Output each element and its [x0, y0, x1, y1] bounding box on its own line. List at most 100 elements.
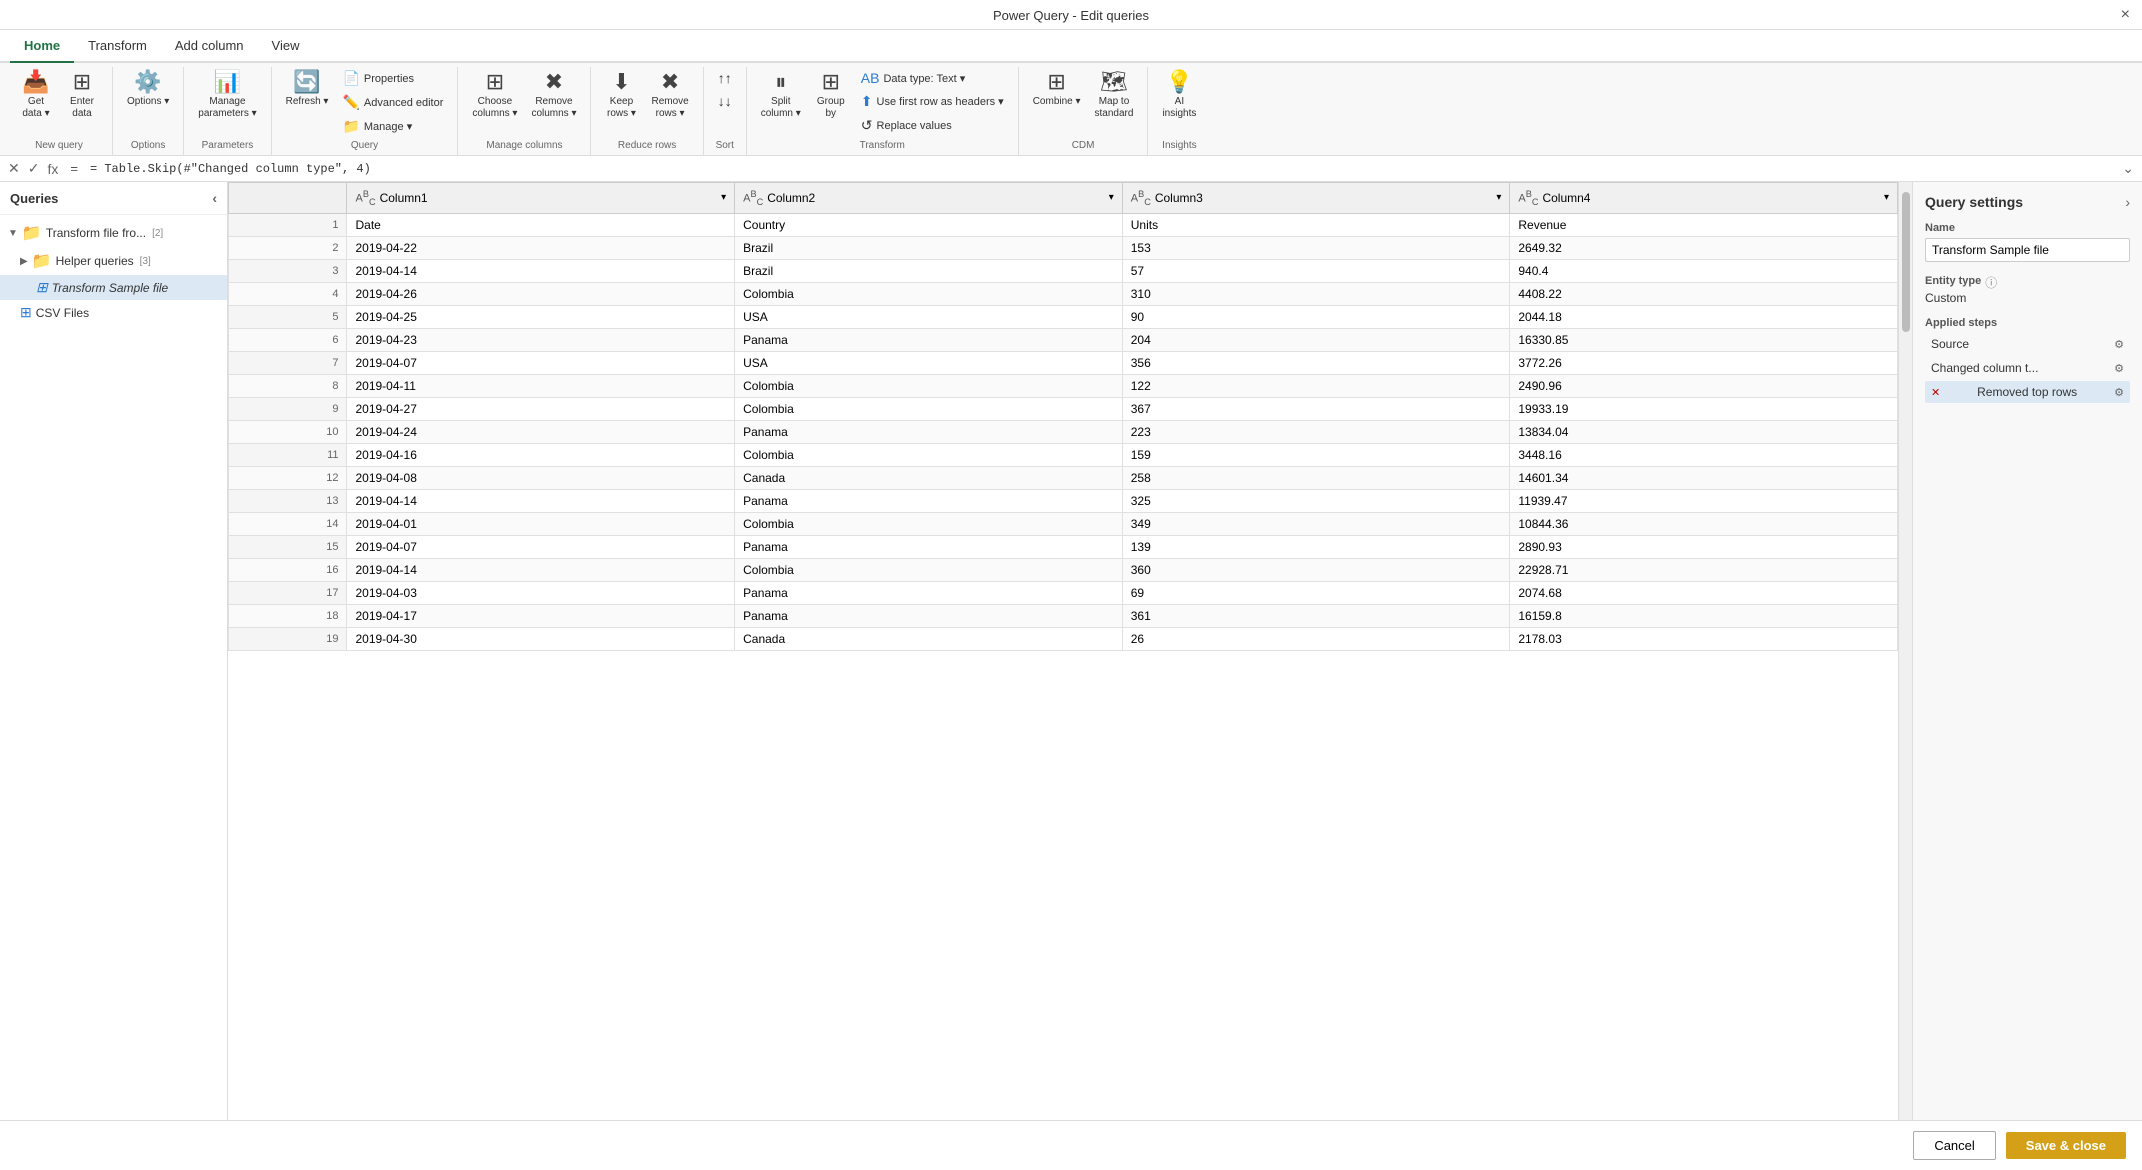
- vertical-scrollbar[interactable]: [1898, 182, 1912, 1120]
- tree-item-csv-files[interactable]: ⊞ CSV Files: [0, 300, 227, 325]
- step-source-actions: ⚙: [2114, 338, 2124, 351]
- table-row[interactable]: 3 2019-04-14 Brazil 57 940.4: [229, 259, 1898, 282]
- step-removed-settings-icon[interactable]: ⚙: [2114, 386, 2124, 399]
- group-by-button[interactable]: ⊞ Groupby: [809, 67, 853, 124]
- step-changed-settings-icon[interactable]: ⚙: [2114, 362, 2124, 375]
- tree-item-transform-file[interactable]: ▼ 📁 Transform file fro... [2]: [0, 219, 227, 247]
- step-remove-icon[interactable]: ✕: [1931, 386, 1940, 399]
- tree-item-helper-queries[interactable]: ▶ 📁 Helper queries [3]: [0, 247, 227, 275]
- tree-expand-icon: ▼: [8, 228, 18, 239]
- cancel-button[interactable]: Cancel: [1913, 1131, 1995, 1160]
- manage-parameters-icon: 📊: [214, 71, 241, 93]
- ai-insights-button[interactable]: 💡 AIinsights: [1156, 67, 1202, 124]
- col-header-1[interactable]: ABC Column1 ▾: [347, 183, 735, 214]
- table-row[interactable]: 6 2019-04-23 Panama 204 16330.85: [229, 328, 1898, 351]
- table-row[interactable]: 2 2019-04-22 Brazil 153 2649.32: [229, 236, 1898, 259]
- scrollbar-thumb[interactable]: [1902, 192, 1910, 332]
- col-header-3[interactable]: ABC Column3 ▾: [1122, 183, 1510, 214]
- formula-cancel-icon[interactable]: ✕: [8, 160, 20, 177]
- cell-col1: 2019-04-01: [347, 512, 735, 535]
- step-source-settings-icon[interactable]: ⚙: [2114, 338, 2124, 351]
- close-button[interactable]: ×: [2121, 6, 2130, 24]
- window-title: Power Query - Edit queries: [993, 8, 1149, 23]
- remove-columns-button[interactable]: ✖ Removecolumns ▾: [525, 67, 582, 124]
- table-row[interactable]: 12 2019-04-08 Canada 258 14601.34: [229, 466, 1898, 489]
- step-source[interactable]: Source ⚙: [1925, 333, 2130, 355]
- choose-columns-button[interactable]: ⊞ Choosecolumns ▾: [466, 67, 523, 124]
- table-row[interactable]: 10 2019-04-24 Panama 223 13834.04: [229, 420, 1898, 443]
- col3-filter-icon[interactable]: ▾: [1496, 192, 1501, 203]
- use-first-row-button[interactable]: ⬆ Use first row as headers ▾: [855, 90, 1010, 113]
- tab-transform[interactable]: Transform: [74, 30, 161, 63]
- data-grid[interactable]: ABC Column1 ▾ ABC Column2 ▾: [228, 182, 1898, 1120]
- tree-item-transform-sample-file[interactable]: ⊞ Transform Sample file: [0, 275, 227, 300]
- advanced-editor-icon: ✏️: [342, 94, 359, 111]
- sort-desc-button[interactable]: ↓↓: [712, 90, 738, 112]
- table-row[interactable]: 5 2019-04-25 USA 90 2044.18: [229, 305, 1898, 328]
- replace-values-button[interactable]: ↺ Replace values: [855, 114, 1010, 137]
- manage-parameters-button[interactable]: 📊 Manageparameters ▾: [192, 67, 262, 124]
- row-num: 8: [229, 374, 347, 397]
- data-type-button[interactable]: AB Data type: Text ▾: [855, 67, 1010, 89]
- table-row[interactable]: 15 2019-04-07 Panama 139 2890.93: [229, 535, 1898, 558]
- table-row[interactable]: 13 2019-04-14 Panama 325 11939.47: [229, 489, 1898, 512]
- split-column-icon: ⏸: [775, 71, 786, 93]
- col-header-2[interactable]: ABC Column2 ▾: [735, 183, 1123, 214]
- settings-expand-button[interactable]: ›: [2125, 194, 2130, 210]
- col4-filter-icon[interactable]: ▾: [1884, 192, 1889, 203]
- entity-type-info-icon[interactable]: ⓘ: [1985, 274, 1997, 291]
- formula-function-icon[interactable]: fx: [47, 161, 58, 177]
- options-button[interactable]: ⚙️ Options ▾: [121, 67, 175, 112]
- col-header-4[interactable]: ABC Column4 ▾: [1510, 183, 1898, 214]
- formula-expand-icon[interactable]: ⌄: [2122, 160, 2134, 177]
- properties-button[interactable]: 📄 Properties: [336, 67, 449, 90]
- manage-button[interactable]: 📁 Manage ▾: [336, 115, 449, 138]
- settings-name-input[interactable]: [1925, 238, 2130, 262]
- get-data-button[interactable]: 📥 Getdata ▾: [14, 67, 58, 124]
- step-removed-top-rows[interactable]: ✕ Removed top rows ⚙: [1925, 381, 2130, 403]
- table-row[interactable]: 9 2019-04-27 Colombia 367 19933.19: [229, 397, 1898, 420]
- tab-add-column[interactable]: Add column: [161, 30, 258, 63]
- get-data-label: Getdata ▾: [22, 96, 49, 120]
- map-to-standard-icon: 🗺: [1100, 71, 1128, 93]
- table-row[interactable]: 8 2019-04-11 Colombia 122 2490.96: [229, 374, 1898, 397]
- row-num: 12: [229, 466, 347, 489]
- save-close-button[interactable]: Save & close: [2006, 1132, 2126, 1159]
- refresh-button[interactable]: 🔄 Refresh ▾: [280, 67, 335, 112]
- col1-filter-icon[interactable]: ▾: [721, 192, 726, 203]
- col2-filter-icon[interactable]: ▾: [1109, 192, 1114, 203]
- cell-col3: 90: [1122, 305, 1510, 328]
- tree-badge-helper-queries: [3]: [140, 256, 151, 267]
- queries-header: Queries ‹: [0, 182, 227, 215]
- remove-rows-button[interactable]: ✖ Removerows ▾: [645, 67, 694, 124]
- cell-col3: 26: [1122, 627, 1510, 650]
- group-reduce-rows: ⬇ Keeprows ▾ ✖ Removerows ▾ Reduce rows: [591, 67, 703, 155]
- formula-confirm-icon[interactable]: ✓: [28, 160, 40, 177]
- cell-col3: 204: [1122, 328, 1510, 351]
- enter-data-button[interactable]: ⊞ Enterdata: [60, 67, 104, 124]
- table-row[interactable]: 16 2019-04-14 Colombia 360 22928.71: [229, 558, 1898, 581]
- step-changed-column[interactable]: Changed column t... ⚙: [1925, 357, 2130, 379]
- table-row[interactable]: 17 2019-04-03 Panama 69 2074.68: [229, 581, 1898, 604]
- table-row[interactable]: 11 2019-04-16 Colombia 159 3448.16: [229, 443, 1898, 466]
- table-row[interactable]: 18 2019-04-17 Panama 361 16159.8: [229, 604, 1898, 627]
- advanced-editor-button[interactable]: ✏️ Advanced editor: [336, 91, 449, 114]
- tab-home[interactable]: Home: [10, 30, 74, 63]
- table-row[interactable]: 19 2019-04-30 Canada 26 2178.03: [229, 627, 1898, 650]
- queries-collapse-button[interactable]: ‹: [212, 190, 217, 206]
- table-row[interactable]: 7 2019-04-07 USA 356 3772.26: [229, 351, 1898, 374]
- map-to-standard-button[interactable]: 🗺 Map tostandard: [1089, 67, 1140, 124]
- keep-rows-button[interactable]: ⬇ Keeprows ▾: [599, 67, 643, 124]
- row-num: 15: [229, 535, 347, 558]
- tab-view[interactable]: View: [258, 30, 314, 63]
- split-column-button[interactable]: ⏸ Splitcolumn ▾: [755, 67, 807, 124]
- table-row[interactable]: 1 Date Country Units Revenue: [229, 213, 1898, 236]
- formula-input[interactable]: [90, 162, 2114, 176]
- sort-asc-button[interactable]: ↑↑: [712, 67, 738, 89]
- row-num: 11: [229, 443, 347, 466]
- group-transform: ⏸ Splitcolumn ▾ ⊞ Groupby AB Data type: …: [747, 67, 1019, 155]
- combine-button[interactable]: ⊞ Combine ▾: [1027, 67, 1087, 112]
- table-row[interactable]: 4 2019-04-26 Colombia 310 4408.22: [229, 282, 1898, 305]
- cell-col1: 2019-04-14: [347, 259, 735, 282]
- table-row[interactable]: 14 2019-04-01 Colombia 349 10844.36: [229, 512, 1898, 535]
